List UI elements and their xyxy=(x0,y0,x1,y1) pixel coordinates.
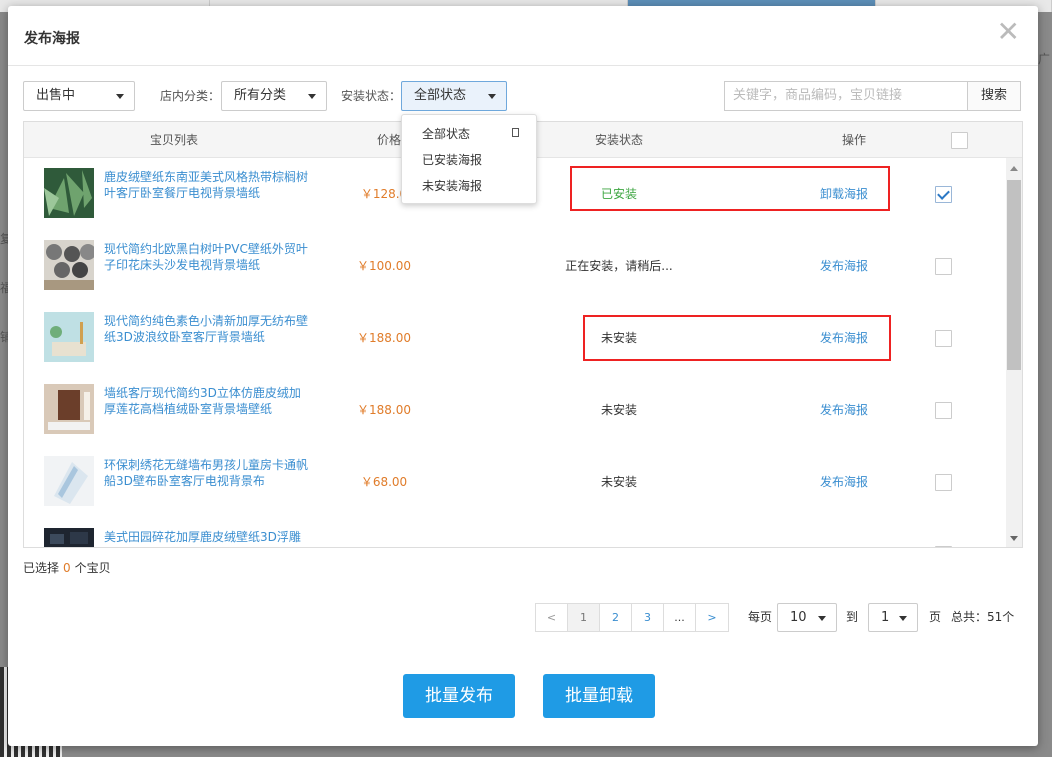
title-divider xyxy=(8,65,1038,66)
table-scrollbar[interactable] xyxy=(1006,158,1022,547)
product-name-link[interactable]: 墙纸客厅现代简约3D立体仿鹿皮绒加厚莲花高档植绒卧室背景墙壁纸 xyxy=(104,385,309,417)
modal-title: 发布海报 xyxy=(24,31,80,47)
dropdown-option-all[interactable]: 全部状态 xyxy=(422,125,470,142)
selection-summary: 已选择 0 个宝贝 xyxy=(23,559,111,576)
product-thumbnail[interactable] xyxy=(44,528,94,547)
background-right-text: 广 xyxy=(1038,52,1051,66)
dropdown-option-not-installed[interactable]: 未安装海报 xyxy=(422,177,482,194)
product-name-link[interactable]: 现代简约纯色素色小清新加厚无纺布壁纸3D波浪纹卧室客厅背景墙纸 xyxy=(104,313,309,345)
install-status: 未安装 xyxy=(600,331,637,345)
goto-page-select[interactable]: 1 xyxy=(868,603,918,632)
product-name-link[interactable]: 美式田园碎花加厚鹿皮绒壁纸3D浮雕 xyxy=(104,529,309,545)
product-thumbnail[interactable] xyxy=(44,312,94,362)
header-status: 安装状态 xyxy=(594,133,643,147)
scrollbar-thumb[interactable] xyxy=(1007,180,1021,370)
sale-status-select[interactable]: 出售中 xyxy=(23,81,135,111)
table-row: 环保刺绣花无缝墙布男孩儿童房卡通帆船3D壁布卧室客厅电视背景布 ￥68.00 未… xyxy=(24,446,1004,518)
row-checkbox[interactable] xyxy=(935,258,952,275)
page-suffix: 页 xyxy=(929,610,942,624)
chevron-down-icon xyxy=(308,94,316,99)
row-checkbox[interactable] xyxy=(935,474,952,491)
publish-poster-modal: 发布海报 ✕ 出售中 店内分类： 所有分类 安装状态： 全部状态 关键字，商品编… xyxy=(8,6,1038,746)
table-row: 现代简约北欧黑白树叶PVC壁纸外贸叶子印花床头沙发电视背景墙纸 ￥100.00 … xyxy=(24,230,1004,302)
page-button[interactable]: 1 xyxy=(568,604,600,631)
page-button[interactable]: 2 xyxy=(600,604,632,631)
dropdown-option-installed[interactable]: 已安装海报 xyxy=(422,151,482,168)
product-thumbnail[interactable] xyxy=(44,168,94,218)
sale-status-value: 出售中 xyxy=(36,88,76,103)
row-checkbox[interactable] xyxy=(935,402,952,419)
batch-uninstall-button[interactable]: 批量卸载 xyxy=(543,674,655,718)
category-label: 店内分类： xyxy=(160,89,221,103)
product-price: ￥188.00 xyxy=(357,331,411,345)
header-action: 操作 xyxy=(841,133,866,147)
publish-poster-link[interactable]: 发布海报 xyxy=(804,446,884,518)
install-status: 已安装 xyxy=(600,187,637,201)
install-status-label: 安装状态： xyxy=(341,89,402,103)
product-name-link[interactable]: 鹿皮绒壁纸东南亚美式风格热带棕榈树叶客厅卧室餐厅电视背景墙纸 xyxy=(104,169,309,201)
goto-label: 到 xyxy=(846,610,859,624)
page-ellipsis[interactable]: ... xyxy=(664,604,696,631)
product-thumbnail[interactable] xyxy=(44,456,94,506)
selection-suffix: 个宝贝 xyxy=(74,561,111,575)
close-icon[interactable]: ✕ xyxy=(997,18,1020,46)
product-price: ￥188.00 xyxy=(357,403,411,417)
row-checkbox[interactable] xyxy=(935,186,952,203)
table-row: 美式田园碎花加厚鹿皮绒壁纸3D浮雕 xyxy=(24,518,1004,547)
install-status-dropdown: 全部状态 已安装海报 未安装海报 xyxy=(401,114,537,204)
table-row: 现代简约纯色素色小清新加厚无纺布壁纸3D波浪纹卧室客厅背景墙纸 ￥188.00 … xyxy=(24,302,1004,374)
scroll-up-icon[interactable] xyxy=(1010,166,1018,171)
goto-page-value: 1 xyxy=(881,610,890,625)
row-checkbox[interactable] xyxy=(935,330,952,347)
selection-count: 0 xyxy=(63,561,71,575)
header-product: 宝贝列表 xyxy=(149,133,198,147)
product-price: ￥68.00 xyxy=(360,475,408,489)
publish-poster-link[interactable]: 发布海报 xyxy=(804,374,884,446)
product-price: ￥100.00 xyxy=(357,259,411,273)
table-row: 墙纸客厅现代简约3D立体仿鹿皮绒加厚莲花高档植绒卧室背景墙壁纸 ￥188.00 … xyxy=(24,374,1004,446)
total-count: 总共：51个 xyxy=(951,610,1015,624)
product-name-link[interactable]: 现代简约北欧黑白树叶PVC壁纸外贸叶子印花床头沙发电视背景墙纸 xyxy=(104,241,309,273)
per-page-label: 每页 xyxy=(748,610,773,624)
install-status-value: 全部状态 xyxy=(414,88,467,103)
per-page-value: 10 xyxy=(790,610,807,625)
category-value: 所有分类 xyxy=(234,88,287,103)
product-thumbnail[interactable] xyxy=(44,384,94,434)
chevron-down-icon xyxy=(899,616,907,621)
install-status: 未安装 xyxy=(600,403,637,417)
selected-marker-icon xyxy=(512,128,519,137)
select-all-checkbox[interactable] xyxy=(951,132,968,149)
install-status-select[interactable]: 全部状态 xyxy=(401,81,507,111)
product-name-link[interactable]: 环保刺绣花无缝墙布男孩儿童房卡通帆船3D壁布卧室客厅电视背景布 xyxy=(104,457,309,489)
publish-poster-link[interactable]: 发布海报 xyxy=(804,302,884,374)
page-button[interactable]: 3 xyxy=(632,604,664,631)
chevron-down-icon xyxy=(488,94,496,99)
per-page-select[interactable]: 10 xyxy=(777,603,837,632)
next-page-button[interactable]: > xyxy=(696,604,728,631)
row-checkbox[interactable] xyxy=(935,546,952,547)
search-input[interactable]: 关键字，商品编码，宝贝链接 xyxy=(724,81,968,111)
pagination: < 1 2 3 ... > xyxy=(535,603,729,632)
prev-page-button[interactable]: < xyxy=(536,604,568,631)
search-button[interactable]: 搜索 xyxy=(967,81,1021,111)
category-select[interactable]: 所有分类 xyxy=(221,81,327,111)
batch-publish-button[interactable]: 批量发布 xyxy=(403,674,515,718)
chevron-down-icon xyxy=(116,94,124,99)
publish-poster-link[interactable]: 发布海报 xyxy=(804,230,884,302)
scroll-down-icon[interactable] xyxy=(1010,536,1018,541)
install-status: 正在安装，请稍后... xyxy=(565,259,673,273)
install-status: 未安装 xyxy=(600,475,637,489)
uninstall-poster-link[interactable]: 卸载海报 xyxy=(804,158,884,230)
product-thumbnail[interactable] xyxy=(44,240,94,290)
selection-prefix: 已选择 xyxy=(23,561,60,575)
chevron-down-icon xyxy=(818,616,826,621)
